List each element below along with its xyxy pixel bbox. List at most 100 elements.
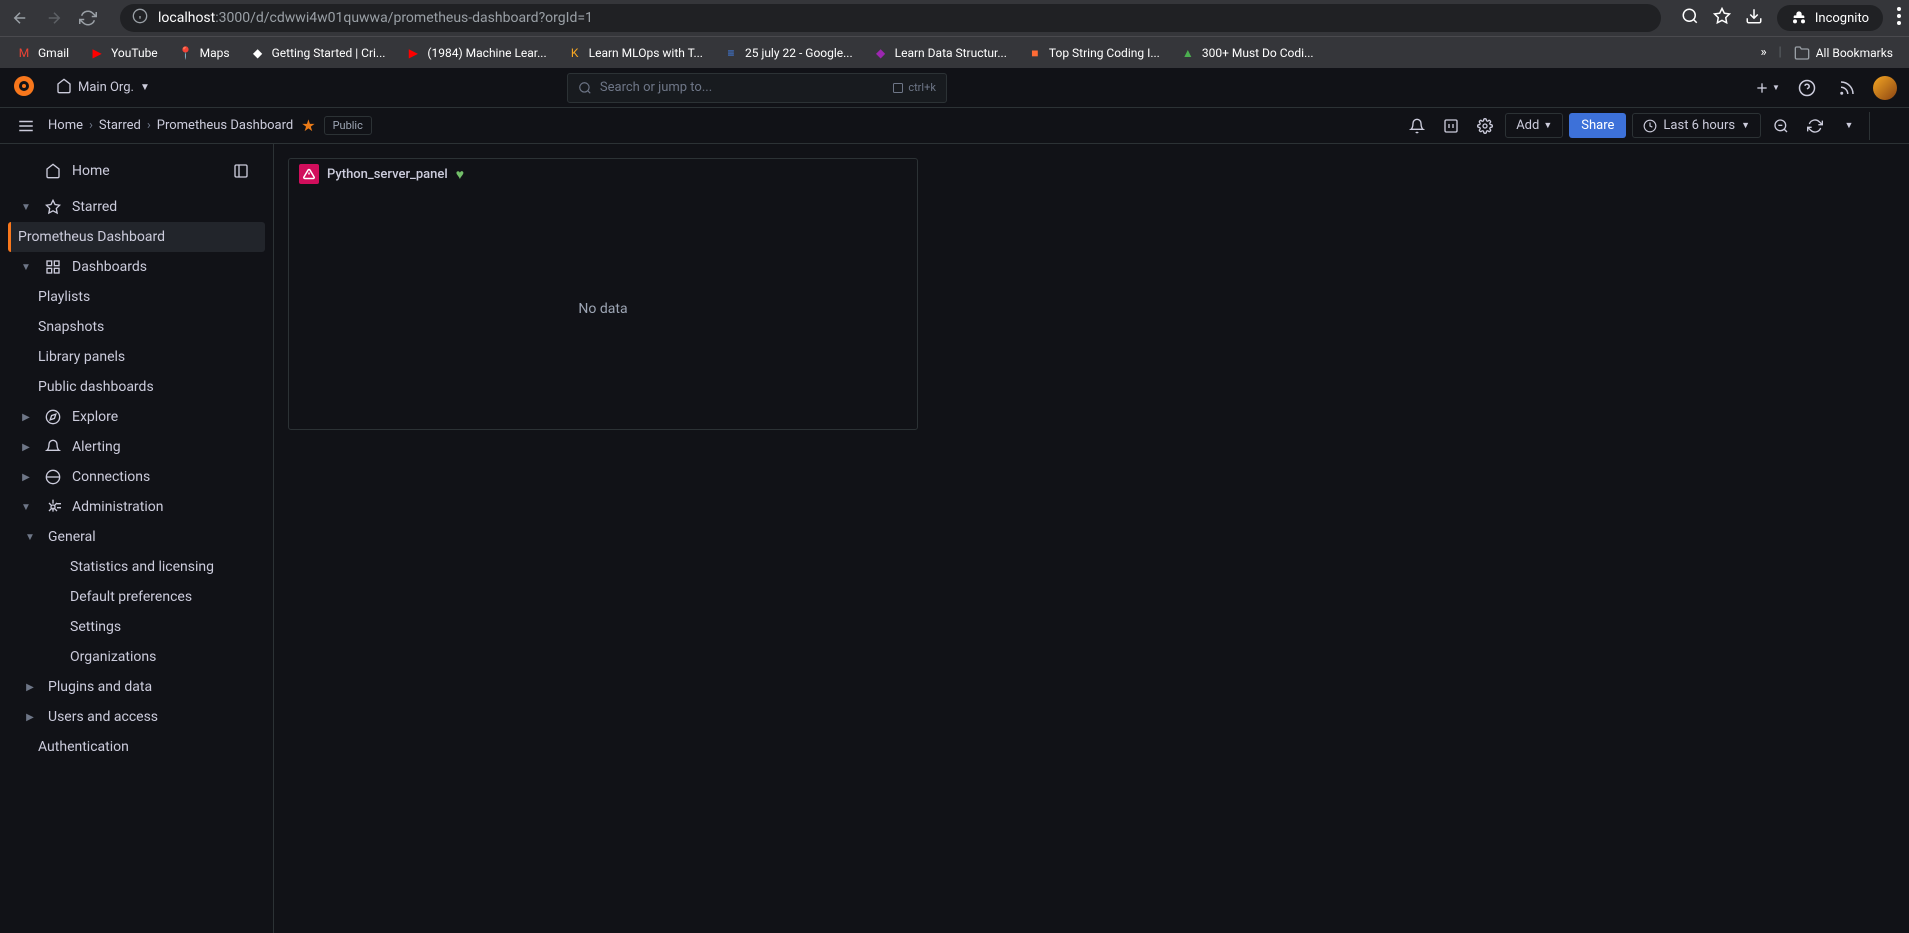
url-bar[interactable]: localhost:3000/d/cdwwi4w01quwwa/promethe… [120, 4, 1661, 32]
chevron-down-icon: ▼ [140, 82, 150, 93]
sidebar: Home ▼ Starred Prometheus Dashboard ▼ Da… [0, 144, 274, 933]
user-avatar[interactable] [1873, 76, 1897, 100]
bookmark-label: 25 july 22 - Google... [745, 46, 853, 60]
bookmark-item[interactable]: KLearn MLOps with T... [559, 41, 711, 65]
sidebar-administration[interactable]: ▼ Administration [8, 492, 265, 522]
menu-toggle-button[interactable] [12, 112, 40, 140]
bookmark-star-icon[interactable] [1713, 7, 1731, 29]
sidebar-authentication[interactable]: Authentication [8, 732, 265, 762]
bookmark-item[interactable]: 📍Maps [170, 41, 238, 65]
browser-reload-button[interactable] [76, 6, 100, 30]
dashboard-content: Python_server_panel ♥ No data [274, 144, 1909, 933]
sidebar-statistics[interactable]: Statistics and licensing [8, 552, 265, 582]
search-shortcut: ctrl+k [892, 81, 936, 94]
sidebar-label: Settings [70, 619, 121, 635]
sidebar-prometheus-dashboard[interactable]: Prometheus Dashboard [8, 222, 265, 252]
site-info-icon[interactable] [132, 8, 148, 28]
grafana-header: Main Org. ▼ Search or jump to... ctrl+k … [0, 68, 1909, 108]
grid-icon [44, 259, 62, 275]
chevron-down-icon[interactable]: ▼ [22, 532, 38, 543]
add-new-button[interactable]: ▼ [1753, 74, 1781, 102]
chevron-down-icon: ▼ [1741, 120, 1750, 131]
time-picker[interactable]: Last 6 hours ▼ [1632, 113, 1761, 138]
bookmark-bar: MGmail▶YouTube📍Maps◆Getting Started | Cr… [0, 36, 1909, 68]
sidebar-general[interactable]: ▼ General [8, 522, 265, 552]
sidebar-starred[interactable]: ▼ Starred [8, 192, 265, 222]
bookmark-item[interactable]: MGmail [8, 41, 77, 65]
breadcrumb: Home › Starred › Prometheus Dashboard [48, 118, 293, 133]
collapse-button[interactable] [1869, 112, 1897, 140]
sidebar-playlists[interactable]: Playlists [8, 282, 265, 312]
sidebar-label: Statistics and licensing [70, 559, 214, 575]
browser-back-button[interactable] [8, 6, 32, 30]
search-tabs-icon[interactable] [1681, 7, 1699, 29]
settings-button[interactable] [1471, 112, 1499, 140]
sidebar-public-dashboards[interactable]: Public dashboards [8, 372, 265, 402]
search-placeholder: Search or jump to... [600, 80, 712, 95]
chevron-down-icon[interactable]: ▼ [18, 202, 34, 213]
downloads-icon[interactable] [1745, 7, 1763, 29]
sidebar-label: Dashboards [72, 259, 147, 275]
sidebar-connections[interactable]: ▶ Connections [8, 462, 265, 492]
sidebar-explore[interactable]: ▶ Explore [8, 402, 265, 432]
share-button[interactable]: Share [1569, 113, 1626, 138]
sidebar-settings[interactable]: Settings [8, 612, 265, 642]
bookmark-favicon: ◆ [873, 45, 889, 61]
chevron-right-icon[interactable]: ▶ [18, 472, 34, 483]
sidebar-default-preferences[interactable]: Default preferences [8, 582, 265, 612]
folder-icon [1794, 45, 1810, 61]
sidebar-home[interactable]: Home [8, 150, 265, 192]
breadcrumb-starred[interactable]: Starred [99, 118, 141, 133]
chevron-down-icon[interactable]: ▼ [18, 262, 34, 273]
notifications-button[interactable] [1403, 112, 1431, 140]
bookmark-item[interactable]: ▶(1984) Machine Lear... [397, 41, 554, 65]
bookmark-item[interactable]: ■Top String Coding I... [1019, 41, 1168, 65]
bookmark-label: 300+ Must Do Codi... [1202, 46, 1314, 60]
add-panel-button[interactable]: Add ▼ [1505, 113, 1563, 138]
chevron-right-icon[interactable]: ▶ [22, 712, 38, 723]
sidebar-organizations[interactable]: Organizations [8, 642, 265, 672]
bookmark-item[interactable]: ≡25 july 22 - Google... [715, 41, 861, 65]
all-bookmarks-label: All Bookmarks [1816, 46, 1893, 60]
chevron-down-icon[interactable]: ▼ [18, 502, 34, 513]
bookmark-label: YouTube [111, 46, 158, 60]
bookmark-item[interactable]: ◆Getting Started | Cri... [242, 41, 394, 65]
sidebar-label: Home [72, 163, 110, 179]
zoom-out-button[interactable] [1767, 112, 1795, 140]
breadcrumb-home[interactable]: Home [48, 118, 83, 133]
chevron-right-icon[interactable]: ▶ [22, 682, 38, 693]
sidebar-label: Users and access [48, 709, 158, 725]
dock-sidebar-button[interactable] [227, 157, 255, 185]
sidebar-dashboards[interactable]: ▼ Dashboards [8, 252, 265, 282]
star-icon[interactable]: ★ [301, 116, 315, 135]
refresh-interval-button[interactable]: ▼ [1835, 112, 1863, 140]
global-search-input[interactable]: Search or jump to... ctrl+k [567, 73, 947, 103]
incognito-badge[interactable]: Incognito [1777, 5, 1883, 31]
panel-python-server[interactable]: Python_server_panel ♥ No data [288, 158, 918, 430]
chrome-menu-icon[interactable] [1897, 7, 1901, 29]
all-bookmarks-button[interactable]: All Bookmarks [1786, 41, 1901, 65]
sidebar-snapshots[interactable]: Snapshots [8, 312, 265, 342]
bookmarks-overflow-icon[interactable]: » [1752, 45, 1774, 60]
home-icon [44, 163, 62, 179]
bookmark-item[interactable]: ◆ Learn Data Structur... [865, 41, 1015, 65]
grafana-logo-icon[interactable] [12, 74, 36, 102]
chevron-right-icon[interactable]: ▶ [18, 412, 34, 423]
chevron-right-icon[interactable]: ▶ [18, 442, 34, 453]
sidebar-users[interactable]: ▶ Users and access [8, 702, 265, 732]
sidebar-library-panels[interactable]: Library panels [8, 342, 265, 372]
insights-button[interactable] [1437, 112, 1465, 140]
org-selector[interactable]: Main Org. ▼ [48, 74, 158, 102]
no-data-label: No data [578, 301, 627, 317]
bookmark-item[interactable]: ▲300+ Must Do Codi... [1172, 41, 1322, 65]
bookmark-label: Learn Data Structur... [895, 46, 1007, 60]
bookmark-item[interactable]: ▶YouTube [81, 41, 166, 65]
browser-forward-button[interactable] [42, 6, 66, 30]
sidebar-plugins[interactable]: ▶ Plugins and data [8, 672, 265, 702]
browser-chrome: localhost:3000/d/cdwwi4w01quwwa/promethe… [0, 0, 1909, 36]
help-button[interactable] [1793, 74, 1821, 102]
news-button[interactable] [1833, 74, 1861, 102]
panel-body: No data [289, 189, 917, 429]
refresh-button[interactable] [1801, 112, 1829, 140]
sidebar-alerting[interactable]: ▶ Alerting [8, 432, 265, 462]
